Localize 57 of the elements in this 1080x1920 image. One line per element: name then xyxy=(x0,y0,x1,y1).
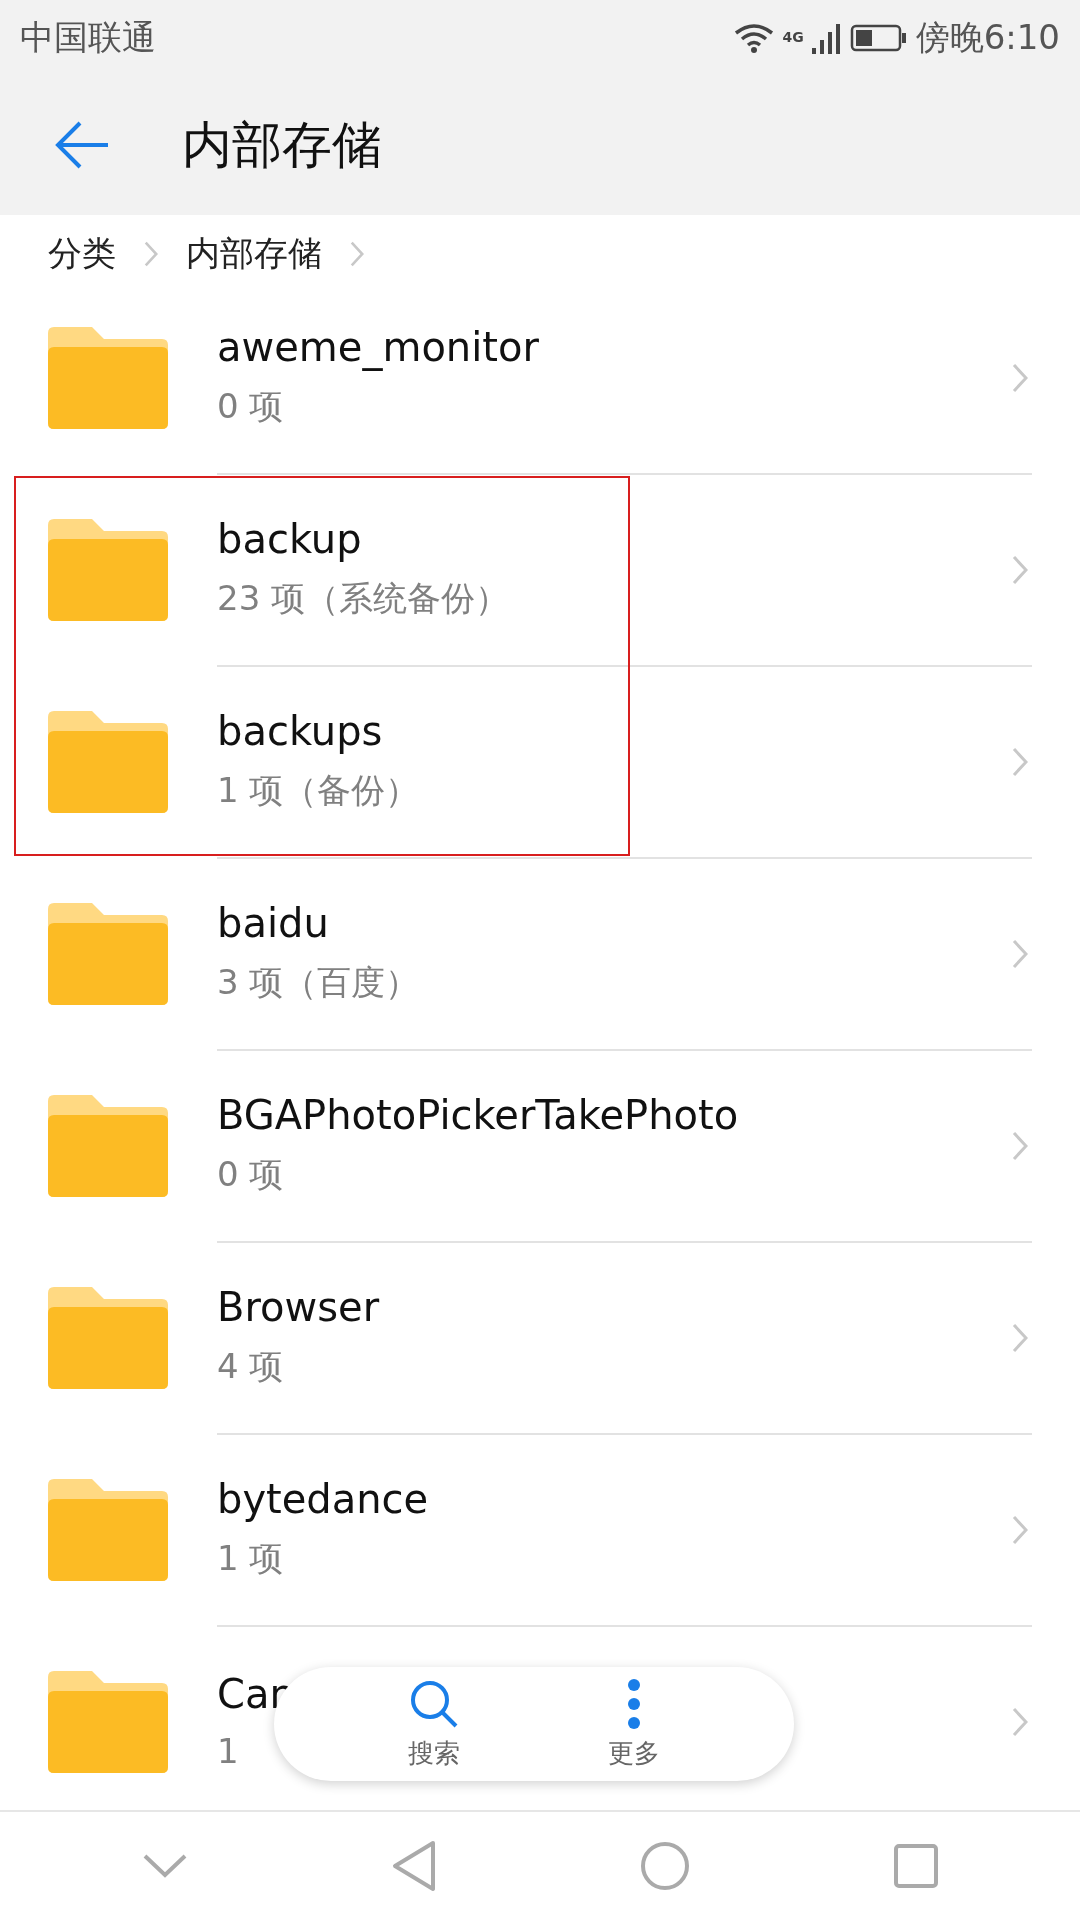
folder-icon xyxy=(48,903,168,1005)
chevron-icon xyxy=(1012,1131,1028,1161)
folder-name: aweme_monitor xyxy=(217,324,539,370)
carrier-name: 中国联通 xyxy=(20,15,156,59)
folder-row[interactable]: backup 23 项（系统备份） xyxy=(0,474,1080,666)
breadcrumb-item[interactable]: 内部存储 xyxy=(186,230,322,277)
item-count: 4 项 xyxy=(217,1345,284,1388)
network-type: 4G xyxy=(782,28,804,45)
page-title: 内部存储 xyxy=(182,114,382,176)
chevron-icon xyxy=(350,239,364,268)
back-triangle-icon[interactable] xyxy=(390,1840,437,1892)
folder-name: baidu xyxy=(217,900,329,946)
item-count: 1 xyxy=(217,1731,239,1771)
folder-icon xyxy=(48,1095,168,1197)
folder-name: Browser xyxy=(217,1284,380,1330)
chevron-icon xyxy=(1012,1323,1028,1353)
chevron-icon xyxy=(1012,363,1028,393)
back-icon[interactable] xyxy=(54,120,110,170)
chevron-down-icon[interactable] xyxy=(141,1853,188,1879)
item-count: 0 项 xyxy=(217,385,284,428)
item-count: 1 项 xyxy=(217,1537,284,1580)
signal-icon xyxy=(811,21,842,54)
chevron-icon xyxy=(1012,1515,1028,1545)
item-count: 23 项（系统备份） xyxy=(217,577,510,620)
wifi-icon xyxy=(734,22,775,53)
chevron-icon xyxy=(1012,747,1028,777)
folder-icon xyxy=(48,519,168,621)
folder-name: backups xyxy=(217,708,383,754)
battery-icon xyxy=(849,22,908,53)
chevron-icon xyxy=(1012,939,1028,969)
folder-name: bytedance xyxy=(217,1476,429,1522)
folder-name: BGAPhotoPickerTakePhoto xyxy=(217,1092,739,1138)
more-icon xyxy=(627,1677,641,1730)
item-count: 0 项 xyxy=(217,1153,284,1196)
folder-icon xyxy=(48,1479,168,1581)
folder-row[interactable]: bytedance 1 项 xyxy=(0,1434,1080,1626)
toolbar-button[interactable]: 搜索 xyxy=(369,1677,499,1771)
chevron-icon xyxy=(144,239,158,268)
folder-icon xyxy=(48,711,168,813)
toolbar-button[interactable]: 更多 xyxy=(569,1677,699,1771)
folder-icon xyxy=(48,1671,168,1773)
folder-row[interactable]: BGAPhotoPickerTakePhoto 0 项 xyxy=(0,1050,1080,1242)
home-circle-icon[interactable] xyxy=(639,1841,690,1891)
clock: 傍晚6:10 xyxy=(915,15,1060,59)
folder-row[interactable]: backups 1 项（备份） xyxy=(0,666,1080,858)
breadcrumb-item[interactable]: 分类 xyxy=(48,230,116,277)
chevron-icon xyxy=(1012,555,1028,585)
folder-name: backup xyxy=(217,516,362,562)
chevron-icon xyxy=(1012,1707,1028,1737)
item-count: 1 项（备份） xyxy=(217,769,420,812)
folder-row[interactable]: Browser 4 项 xyxy=(0,1242,1080,1434)
folder-icon xyxy=(48,1287,168,1389)
folder-icon xyxy=(48,327,168,429)
folder-row[interactable]: baidu 3 项（百度） xyxy=(0,858,1080,1050)
square-icon[interactable] xyxy=(892,1843,939,1889)
item-count: 3 项（百度） xyxy=(217,961,420,1004)
folder-row[interactable]: aweme_monitor 0 项 xyxy=(0,282,1080,474)
